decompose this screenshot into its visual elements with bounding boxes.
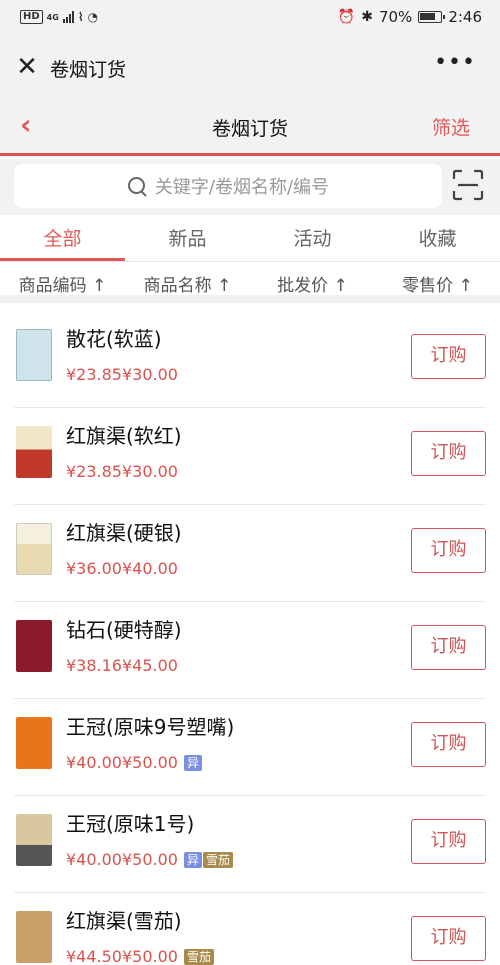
product-row: 红旗渠(雪茄) ¥44.50 ¥50.00 雪茄 订购 xyxy=(14,893,486,965)
product-name: 红旗渠(雪茄) xyxy=(66,909,182,933)
product-thumbnail xyxy=(16,620,52,672)
product-prices: ¥36.00 ¥40.00 xyxy=(66,559,178,578)
battery-icon xyxy=(418,11,446,23)
product-row: 王冠(原味1号) ¥40.00 ¥50.00 异雪茄 订购 xyxy=(14,796,486,893)
status-left: HD 4G ⌇ ◔ xyxy=(20,10,98,24)
search-icon xyxy=(127,176,147,196)
wholesale-price: ¥36.00 xyxy=(66,559,122,578)
clock: 2:46 xyxy=(448,8,482,26)
sort-bar: 商品编码 ↑ 商品名称 ↑ 批发价 ↑ 零售价 ↑ xyxy=(0,261,500,303)
badge-yi: 异 xyxy=(183,754,202,771)
page-title: 卷烟订货 xyxy=(211,118,288,140)
filter-button[interactable]: 筛选 xyxy=(432,113,470,140)
wholesale-price: ¥23.85 xyxy=(66,365,122,384)
retail-price: ¥50.00 xyxy=(121,850,178,869)
badge-cigar: 雪茄 xyxy=(202,851,233,868)
product-row: 钻石(硬特醇) ¥38.16 ¥45.00 订购 xyxy=(14,602,486,699)
product-row: 散花(软蓝) ¥23.85 ¥30.00 订购 xyxy=(14,311,486,408)
retail-price: ¥50.00 xyxy=(121,753,178,772)
order-button[interactable]: 订购 xyxy=(411,528,486,573)
product-name: 王冠(原味9号塑嘴) xyxy=(66,715,235,739)
product-thumbnail xyxy=(16,426,52,478)
activity-icon: ⌇ xyxy=(77,10,84,24)
order-button[interactable]: 订购 xyxy=(411,819,486,864)
order-button[interactable]: 订购 xyxy=(411,334,486,379)
bluetooth-icon: ✱ xyxy=(361,9,373,25)
product-prices: ¥40.00 ¥50.00 异雪茄 xyxy=(66,850,233,869)
tab-favorites[interactable]: 收藏 xyxy=(375,215,500,261)
retail-price: ¥40.00 xyxy=(121,559,178,578)
category-tabs: 全部 新品 活动 收藏 xyxy=(0,215,500,261)
wechat-title-bar: ✕ 卷烟订货 ••• xyxy=(0,38,500,98)
network-type: 4G xyxy=(46,12,59,22)
signal-icon xyxy=(62,11,74,23)
tab-new[interactable]: 新品 xyxy=(125,215,250,261)
battery-percent: 70% xyxy=(378,8,413,26)
product-row: 红旗渠(硬银) ¥36.00 ¥40.00 订购 xyxy=(14,505,486,602)
wholesale-price: ¥44.50 xyxy=(66,947,122,965)
status-bar: HD 4G ⌇ ◔ ⏰ ✱ 70% 2:46 xyxy=(0,0,500,38)
product-name: 红旗渠(软红) xyxy=(66,424,182,448)
retail-price: ¥50.00 xyxy=(121,947,178,965)
badge-cigar: 雪茄 xyxy=(183,948,214,965)
product-name: 钻石(硬特醇) xyxy=(66,618,182,642)
sort-by-retail[interactable]: 零售价 ↑ xyxy=(375,262,500,296)
product-name: 红旗渠(硬银) xyxy=(66,521,182,545)
search-placeholder: 关键字/卷烟名称/编号 xyxy=(154,177,330,198)
alarm-icon: ⏰ xyxy=(337,9,356,25)
product-prices: ¥23.85 ¥30.00 xyxy=(66,365,178,384)
retail-price: ¥30.00 xyxy=(121,365,178,384)
status-right: ⏰ ✱ 70% 2:46 xyxy=(338,8,482,26)
badge-yi: 异 xyxy=(183,851,202,868)
hd-indicator: HD xyxy=(20,10,43,24)
product-row: 红旗渠(软红) ¥23.85 ¥30.00 订购 xyxy=(14,408,486,505)
tab-promotion[interactable]: 活动 xyxy=(250,215,375,261)
chevron-left-icon[interactable]: ‹ xyxy=(20,110,32,140)
product-thumbnail xyxy=(16,814,52,866)
retail-price: ¥45.00 xyxy=(121,656,178,675)
wholesale-price: ¥40.00 xyxy=(66,753,122,772)
product-thumbnail xyxy=(16,717,52,769)
page-header: ‹ 卷烟订货 筛选 xyxy=(0,98,500,156)
more-icon[interactable]: ••• xyxy=(434,50,476,75)
product-prices: ¥40.00 ¥50.00 异 xyxy=(66,753,202,772)
order-button[interactable]: 订购 xyxy=(411,431,486,476)
search-row: 关键字/卷烟名称/编号 xyxy=(0,159,500,215)
product-prices: ¥44.50 ¥50.00 雪茄 xyxy=(66,947,214,965)
wholesale-price: ¥40.00 xyxy=(66,850,122,869)
close-icon[interactable]: ✕ xyxy=(14,54,40,80)
product-list: 散花(软蓝) ¥23.85 ¥30.00 订购 红旗渠(软红) ¥23.85 ¥30… xyxy=(0,311,500,965)
product-prices: ¥23.85 ¥30.00 xyxy=(66,462,178,481)
scan-icon[interactable] xyxy=(452,169,484,201)
product-thumbnail xyxy=(16,329,52,381)
order-button[interactable]: 订购 xyxy=(411,916,486,961)
product-row: 王冠(原味9号塑嘴) ¥40.00 ¥50.00 异 订购 xyxy=(14,699,486,796)
product-thumbnail xyxy=(16,523,52,575)
order-button[interactable]: 订购 xyxy=(411,625,486,670)
product-thumbnail xyxy=(16,911,52,963)
product-name: 王冠(原味1号) xyxy=(66,812,195,836)
sort-by-wholesale[interactable]: 批发价 ↑ xyxy=(250,262,375,296)
product-name: 散花(软蓝) xyxy=(66,327,162,351)
sort-by-code[interactable]: 商品编码 ↑ xyxy=(0,262,125,296)
sort-by-name[interactable]: 商品名称 ↑ xyxy=(125,262,250,296)
wholesale-price: ¥23.85 xyxy=(66,462,122,481)
wechat-title: 卷烟订货 xyxy=(50,59,127,81)
retail-price: ¥30.00 xyxy=(121,462,178,481)
tab-all[interactable]: 全部 xyxy=(0,215,125,261)
order-button[interactable]: 订购 xyxy=(411,722,486,767)
search-input[interactable]: 关键字/卷烟名称/编号 xyxy=(14,164,442,208)
speed-icon: ◔ xyxy=(87,10,99,24)
wholesale-price: ¥38.16 xyxy=(66,656,122,675)
product-prices: ¥38.16 ¥45.00 xyxy=(66,656,178,675)
